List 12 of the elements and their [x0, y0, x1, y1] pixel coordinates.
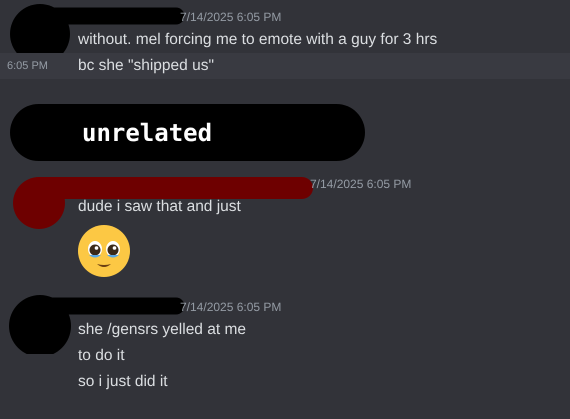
- timestamp: 7/14/2025 6:05 PM: [180, 300, 282, 314]
- message-text: to do it: [78, 347, 125, 365]
- timestamp: 6:05 PM: [7, 60, 48, 72]
- message-text: without. mel forcing me to emote with a guy for 3 hrs: [78, 31, 438, 49]
- pleading-emoji-icon: [77, 224, 131, 278]
- timestamp: 7/14/2025 6:05 PM: [180, 10, 282, 24]
- timestamp: 7/14/2025 6:05 PM: [310, 176, 412, 190]
- message-text: she /gensrs yelled at me: [78, 321, 246, 339]
- message-text: bc she "shipped us": [78, 57, 214, 75]
- message-text: so i just did it: [78, 373, 168, 391]
- message-text: dude i saw that and just: [78, 198, 241, 216]
- redacted-label: unrelated: [10, 104, 365, 161]
